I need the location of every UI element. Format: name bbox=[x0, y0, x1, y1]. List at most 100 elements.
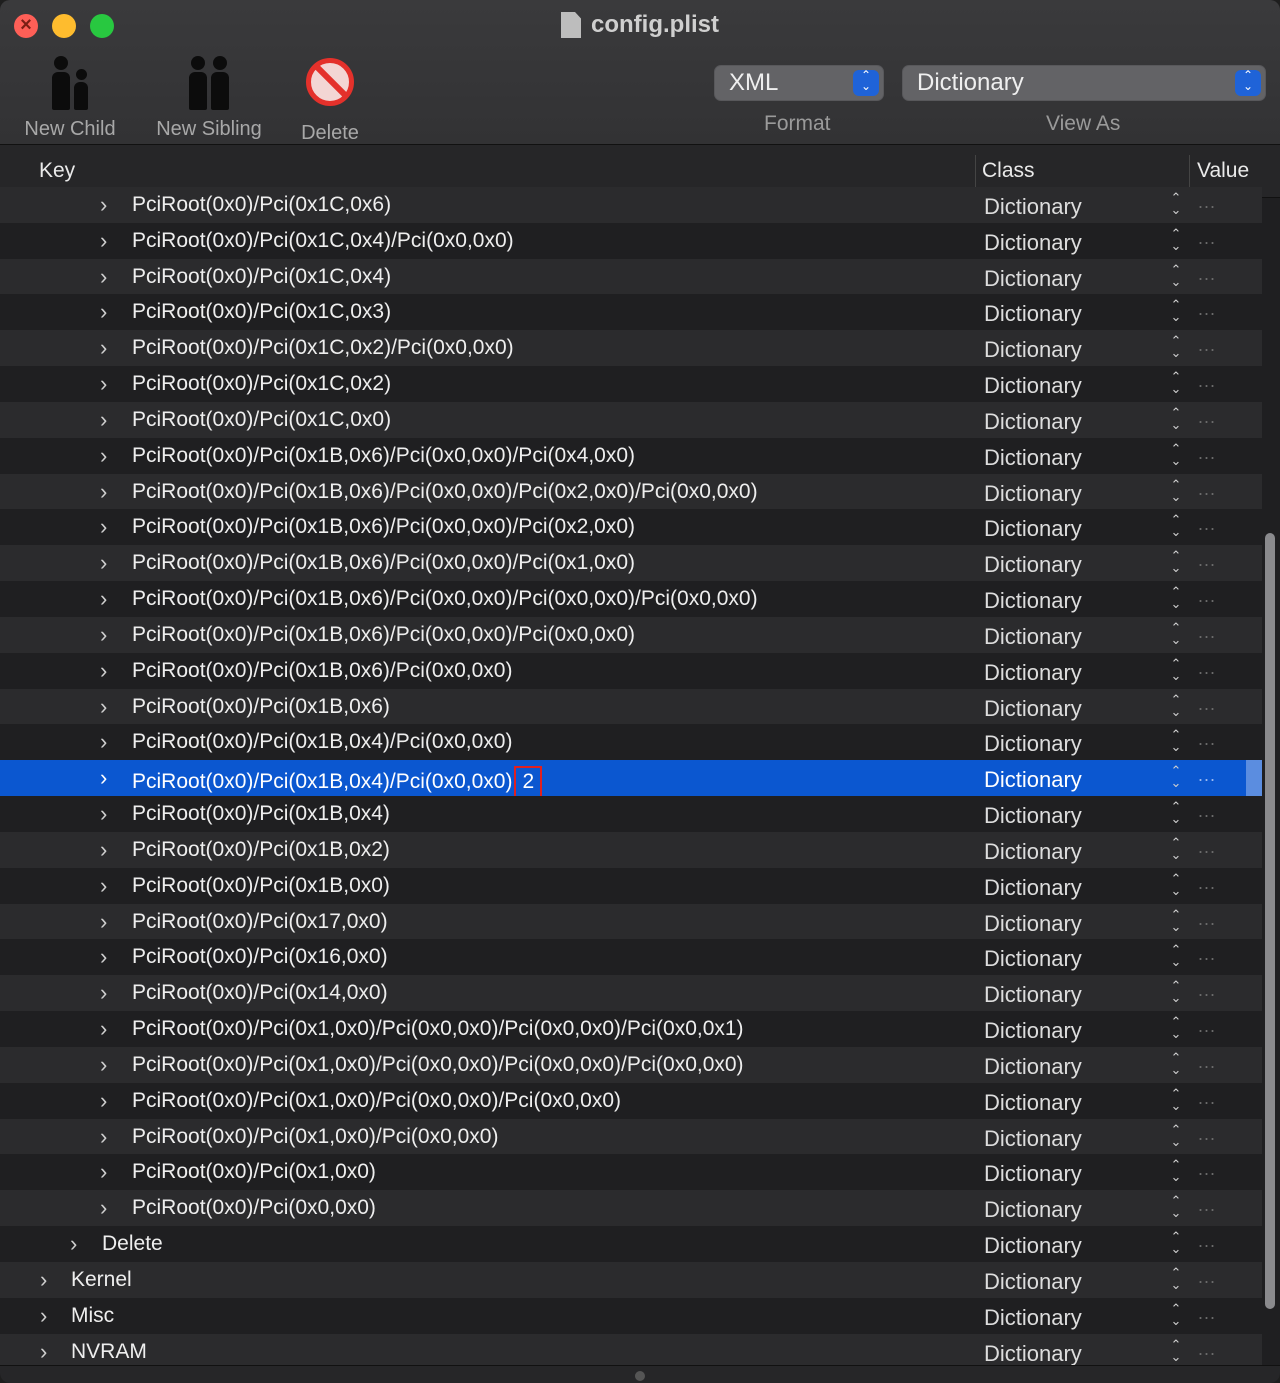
class-stepper-icon[interactable]: ⌃ ⌄ bbox=[1168, 943, 1184, 968]
disclosure-chevron-icon[interactable]: › bbox=[100, 1125, 114, 1148]
table-row[interactable]: › PciRoot(0x0)/Pci(0x1C,0x2)/Pci(0x0,0x0)… bbox=[0, 330, 1262, 367]
class-stepper-icon[interactable]: ⌃ ⌄ bbox=[1168, 191, 1184, 216]
class-stepper-icon[interactable]: ⌃ ⌄ bbox=[1168, 263, 1184, 288]
disclosure-chevron-icon[interactable]: › bbox=[100, 803, 114, 825]
disclosure-chevron-icon[interactable]: › bbox=[100, 516, 114, 538]
class-stepper-icon[interactable]: ⌃ ⌄ bbox=[1168, 621, 1184, 646]
disclosure-chevron-icon[interactable]: › bbox=[100, 874, 114, 897]
disclosure-chevron-icon[interactable]: › bbox=[70, 1233, 84, 1255]
table-row[interactable]: › PciRoot(0x0)/Pci(0x16,0x0) Dictionary ⌃ ⌄.… bbox=[0, 939, 1262, 976]
table-row[interactable]: › PciRoot(0x0)/Pci(0x1,0x0)/Pci(0x0,0x0)/… bbox=[0, 1082, 1262, 1119]
table-row[interactable]: › NVRAM Dictionary ⌃ ⌄... bbox=[0, 1333, 1262, 1365]
class-stepper-icon[interactable]: ⌃ ⌄ bbox=[1168, 1338, 1184, 1363]
disclosure-chevron-icon[interactable]: › bbox=[100, 265, 114, 288]
key-edit-field[interactable]: 2 bbox=[514, 766, 543, 799]
table-row[interactable]: › PciRoot(0x0)/Pci(0x1,0x0) Dictionary ⌃ ⌄..… bbox=[0, 1154, 1262, 1191]
table-row[interactable]: › PciRoot(0x0)/Pci(0x1B,0x6)/Pci(0x0,0x0)… bbox=[0, 545, 1262, 582]
table-row[interactable]: › PciRoot(0x0)/Pci(0x14,0x0) Dictionary ⌃ ⌄.… bbox=[0, 975, 1262, 1012]
class-stepper-icon[interactable]: ⌃ ⌄ bbox=[1168, 1302, 1184, 1327]
class-stepper-icon[interactable]: ⌃ ⌄ bbox=[1168, 1087, 1184, 1112]
disclosure-chevron-icon[interactable]: › bbox=[100, 1197, 114, 1219]
table-row[interactable]: › PciRoot(0x0)/Pci(0x1B,0x2) Dictionary ⌃ ⌄.… bbox=[0, 831, 1262, 868]
row-key[interactable]: PciRoot(0x0)/Pci(0x1B,0x4)/Pci(0x0,0x0) 2 bbox=[132, 766, 543, 799]
table-row[interactable]: › PciRoot(0x0)/Pci(0x17,0x0) Dictionary ⌃ ⌄.… bbox=[0, 903, 1262, 940]
disclosure-chevron-icon[interactable]: › bbox=[100, 194, 114, 216]
table-row[interactable]: › PciRoot(0x0)/Pci(0x0,0x0) Dictionary ⌃ ⌄..… bbox=[0, 1190, 1262, 1227]
class-stepper-icon[interactable]: ⌃ ⌄ bbox=[1168, 764, 1184, 789]
disclosure-chevron-icon[interactable]: › bbox=[40, 1268, 54, 1291]
disclosure-chevron-icon[interactable]: › bbox=[100, 731, 114, 753]
table-row[interactable]: › PciRoot(0x0)/Pci(0x1,0x0)/Pci(0x0,0x0) D… bbox=[0, 1118, 1262, 1155]
class-stepper-icon[interactable]: ⌃ ⌄ bbox=[1168, 1123, 1184, 1148]
table-row[interactable]: › Delete Dictionary ⌃ ⌄... bbox=[0, 1226, 1262, 1263]
class-stepper-icon[interactable]: ⌃ ⌄ bbox=[1168, 1158, 1184, 1183]
disclosure-chevron-icon[interactable]: › bbox=[100, 229, 114, 252]
disclosure-chevron-icon[interactable]: › bbox=[40, 1340, 54, 1363]
disclosure-chevron-icon[interactable]: › bbox=[40, 1304, 54, 1327]
value-column-header[interactable]: Value bbox=[1197, 159, 1249, 183]
disclosure-chevron-icon[interactable]: › bbox=[100, 444, 114, 467]
class-stepper-icon[interactable]: ⌃ ⌄ bbox=[1168, 298, 1184, 323]
table-row[interactable]: › PciRoot(0x0)/Pci(0x1C,0x2) Dictionary ⌃ ⌄.… bbox=[0, 366, 1262, 403]
table-row[interactable]: › PciRoot(0x0)/Pci(0x1B,0x0) Dictionary ⌃ ⌄.… bbox=[0, 867, 1262, 904]
table-row[interactable]: › PciRoot(0x0)/Pci(0x1C,0x0) Dictionary ⌃ ⌄.… bbox=[0, 401, 1262, 438]
table-row[interactable]: › PciRoot(0x0)/Pci(0x1C,0x6) Dictionary ⌃ ⌄.… bbox=[0, 187, 1262, 223]
class-stepper-icon[interactable]: ⌃ ⌄ bbox=[1168, 585, 1184, 610]
delete-button[interactable]: Delete bbox=[296, 52, 364, 145]
class-stepper-icon[interactable]: ⌃ ⌄ bbox=[1168, 478, 1184, 503]
class-stepper-icon[interactable]: ⌃ ⌄ bbox=[1168, 800, 1184, 825]
table-row[interactable]: › PciRoot(0x0)/Pci(0x1C,0x4) Dictionary ⌃ ⌄.… bbox=[0, 258, 1262, 295]
column-divider[interactable] bbox=[975, 155, 976, 187]
class-stepper-icon[interactable]: ⌃ ⌄ bbox=[1168, 227, 1184, 252]
class-stepper-icon[interactable]: ⌃ ⌄ bbox=[1168, 1266, 1184, 1291]
new-child-button[interactable]: New Child bbox=[20, 52, 120, 141]
class-stepper-icon[interactable]: ⌃ ⌄ bbox=[1168, 1194, 1184, 1219]
class-stepper-icon[interactable]: ⌃ ⌄ bbox=[1168, 513, 1184, 538]
class-stepper-icon[interactable]: ⌃ ⌄ bbox=[1168, 442, 1184, 467]
table-row-selected[interactable]: › PciRoot(0x0)/Pci(0x1B,0x4)/Pci(0x0,0x0)… bbox=[0, 760, 1262, 799]
class-stepper-icon[interactable]: ⌃ ⌄ bbox=[1168, 1230, 1184, 1255]
new-sibling-button[interactable]: New Sibling bbox=[150, 52, 268, 141]
class-stepper-icon[interactable]: ⌃ ⌄ bbox=[1168, 370, 1184, 395]
class-stepper-icon[interactable]: ⌃ ⌄ bbox=[1168, 908, 1184, 933]
class-stepper-icon[interactable]: ⌃ ⌄ bbox=[1168, 406, 1184, 431]
class-stepper-icon[interactable]: ⌃ ⌄ bbox=[1168, 334, 1184, 359]
disclosure-chevron-icon[interactable]: › bbox=[100, 588, 114, 610]
class-stepper-icon[interactable]: ⌃ ⌄ bbox=[1168, 979, 1184, 1004]
disclosure-chevron-icon[interactable]: › bbox=[100, 1161, 114, 1183]
class-stepper-icon[interactable]: ⌃ ⌄ bbox=[1168, 836, 1184, 861]
resize-grip-icon[interactable] bbox=[635, 1371, 645, 1381]
class-stepper-icon[interactable]: ⌃ ⌄ bbox=[1168, 728, 1184, 753]
disclosure-chevron-icon[interactable]: › bbox=[100, 337, 114, 359]
table-row[interactable]: › PciRoot(0x0)/Pci(0x1B,0x6)/Pci(0x0,0x0)… bbox=[0, 581, 1262, 618]
disclosure-chevron-icon[interactable]: › bbox=[100, 1053, 114, 1076]
disclosure-chevron-icon[interactable]: › bbox=[100, 1089, 114, 1112]
outline-view[interactable]: › PciRoot(0x0)/Pci(0x1C,0x6) Dictionary ⌃ ⌄.… bbox=[0, 187, 1280, 1365]
disclosure-chevron-icon[interactable]: › bbox=[100, 301, 114, 323]
table-row[interactable]: › Kernel Dictionary ⌃ ⌄... bbox=[0, 1261, 1262, 1298]
table-row[interactable]: › PciRoot(0x0)/Pci(0x1,0x0)/Pci(0x0,0x0)/… bbox=[0, 1046, 1262, 1083]
class-column-header[interactable]: Class bbox=[982, 159, 1035, 183]
format-popup[interactable]: XML ⌃ ⌄ bbox=[714, 65, 884, 101]
scroll-thumb[interactable] bbox=[1265, 533, 1275, 1309]
table-row[interactable]: › PciRoot(0x0)/Pci(0x1B,0x4) Dictionary ⌃ ⌄.… bbox=[0, 796, 1262, 833]
disclosure-chevron-icon[interactable]: › bbox=[100, 695, 114, 718]
table-row[interactable]: › PciRoot(0x0)/Pci(0x1B,0x6)/Pci(0x0,0x0)… bbox=[0, 509, 1262, 546]
disclosure-chevron-icon[interactable]: › bbox=[100, 623, 114, 646]
class-stepper-icon[interactable]: ⌃ ⌄ bbox=[1168, 1051, 1184, 1076]
table-row[interactable]: › PciRoot(0x0)/Pci(0x1B,0x4)/Pci(0x0,0x0)… bbox=[0, 724, 1262, 761]
disclosure-chevron-icon[interactable]: › bbox=[100, 1018, 114, 1040]
table-row[interactable]: › PciRoot(0x0)/Pci(0x1B,0x6)/Pci(0x0,0x0)… bbox=[0, 437, 1262, 474]
table-row[interactable]: › PciRoot(0x0)/Pci(0x1C,0x3) Dictionary ⌃ ⌄.… bbox=[0, 294, 1262, 331]
table-row[interactable]: › Misc Dictionary ⌃ ⌄... bbox=[0, 1297, 1262, 1334]
class-stepper-icon[interactable]: ⌃ ⌄ bbox=[1168, 657, 1184, 682]
disclosure-chevron-icon[interactable]: › bbox=[100, 408, 114, 431]
table-row[interactable]: › PciRoot(0x0)/Pci(0x1B,0x6)/Pci(0x0,0x0)… bbox=[0, 652, 1262, 689]
class-stepper-icon[interactable]: ⌃ ⌄ bbox=[1168, 549, 1184, 574]
disclosure-chevron-icon[interactable]: › bbox=[100, 910, 114, 933]
table-row[interactable]: › PciRoot(0x0)/Pci(0x1C,0x4)/Pci(0x0,0x0)… bbox=[0, 222, 1262, 259]
disclosure-chevron-icon[interactable]: › bbox=[100, 982, 114, 1004]
table-row[interactable]: › PciRoot(0x0)/Pci(0x1B,0x6)/Pci(0x0,0x0)… bbox=[0, 616, 1262, 653]
vertical-scrollbar[interactable] bbox=[1262, 197, 1280, 1365]
disclosure-chevron-icon[interactable]: › bbox=[100, 480, 114, 503]
